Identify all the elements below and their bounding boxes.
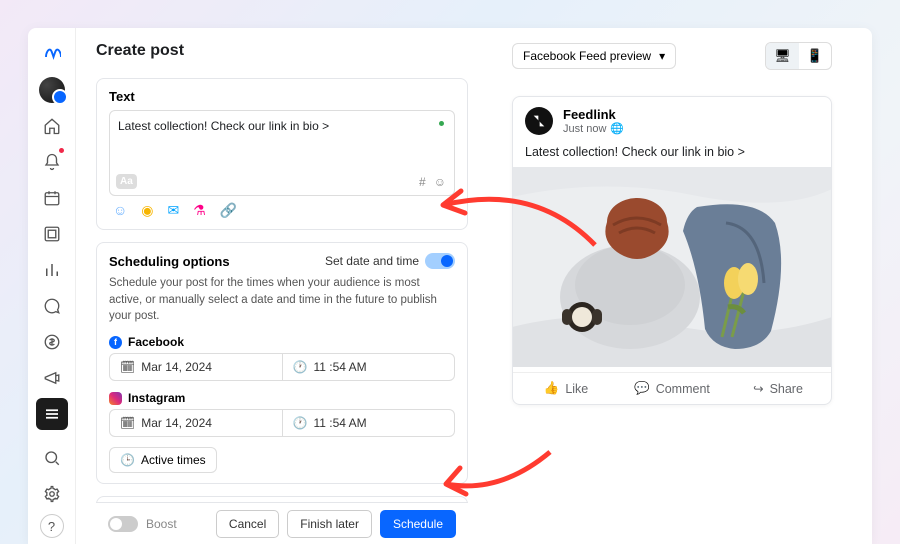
clock-fill-icon: 🕒 <box>120 453 135 467</box>
page-title: Create post <box>96 42 468 60</box>
text-card: Text Latest collection! Check our link i… <box>96 78 468 230</box>
ig-date-input[interactable]: 🗓Mar 14, 2024 <box>110 410 283 436</box>
messenger-icon[interactable]: ✉ <box>168 202 180 219</box>
main-area: Create post Text Latest collection! Chec… <box>76 28 872 544</box>
schedule-button[interactable]: Schedule <box>380 510 456 538</box>
clock-icon: 🕐 <box>293 416 308 430</box>
like-button[interactable]: 👍Like <box>513 373 619 404</box>
fb-time-input[interactable]: 🕐11 :54 AM <box>283 354 455 380</box>
preview-selector[interactable]: Facebook Feed preview▾ <box>512 43 676 69</box>
status-dot-icon <box>439 121 444 126</box>
share-button[interactable]: ↪Share <box>725 373 831 404</box>
link-icon[interactable]: 🔗 <box>220 202 237 219</box>
calendar-icon: 🗓 <box>120 416 135 430</box>
photo-icon[interactable]: ☺ <box>113 202 127 219</box>
scheduling-heading: Scheduling options <box>109 254 230 269</box>
clock-icon: 🕐 <box>293 360 308 374</box>
instagram-schedule-row: 🗓Mar 14, 2024 🕐11 :54 AM <box>109 409 455 437</box>
notifications-icon[interactable] <box>36 146 68 178</box>
facebook-schedule-row: 🗓Mar 14, 2024 🕐11 :54 AM <box>109 353 455 381</box>
fb-date-input[interactable]: 🗓Mar 14, 2024 <box>110 354 283 380</box>
footer-bar: Boost Cancel Finish later Schedule <box>96 502 468 544</box>
post-body-text: Latest collection! Check our link in bio… <box>513 145 831 167</box>
account-avatar-icon[interactable] <box>36 74 68 106</box>
app-shell: ? Create post Text Latest collection! Ch… <box>28 28 872 544</box>
facebook-icon: f <box>109 336 122 349</box>
cancel-button[interactable]: Cancel <box>216 510 279 538</box>
composer-column: Create post Text Latest collection! Chec… <box>96 42 468 544</box>
scheduling-desc: Schedule your post for the times when yo… <box>109 275 455 325</box>
boost-label: Boost <box>146 517 177 531</box>
search-icon[interactable] <box>36 442 68 474</box>
location-icon[interactable]: ◉ <box>141 202 153 219</box>
planner-icon[interactable] <box>36 182 68 214</box>
preview-column: Facebook Feed preview▾ 🖥 📱 Feedlink Just… <box>512 42 832 544</box>
post-image <box>513 167 831 367</box>
hashtag-icon[interactable]: # <box>419 175 426 189</box>
instagram-icon <box>109 392 122 405</box>
author-name: Feedlink <box>563 107 624 122</box>
text-style-icon[interactable]: Aa <box>116 174 137 189</box>
settings-icon[interactable] <box>36 478 68 510</box>
active-times-button[interactable]: 🕒Active times <box>109 447 217 473</box>
post-text-input[interactable]: Latest collection! Check our link in bio… <box>109 110 455 196</box>
home-icon[interactable] <box>36 110 68 142</box>
device-toggle: 🖥 📱 <box>765 42 832 70</box>
facebook-label: Facebook <box>128 335 184 349</box>
share-icon: ↪ <box>753 381 763 396</box>
post-preview: Feedlink Just now 🌐 Latest collection! Ch… <box>512 96 832 405</box>
finish-later-button[interactable]: Finish later <box>287 510 372 538</box>
all-tools-icon[interactable] <box>36 398 68 430</box>
left-sidebar: ? <box>28 28 76 544</box>
mobile-preview-icon[interactable]: 📱 <box>799 43 831 69</box>
ig-time-input[interactable]: 🕐11 :54 AM <box>283 410 455 436</box>
insights-icon[interactable] <box>36 254 68 286</box>
content-icon[interactable] <box>36 218 68 250</box>
comment-button[interactable]: 💬Comment <box>619 373 725 404</box>
desktop-preview-icon[interactable]: 🖥 <box>766 43 799 69</box>
monetization-icon[interactable] <box>36 326 68 358</box>
post-time: Just now <box>563 123 606 135</box>
chevron-down-icon: ▾ <box>659 49 665 63</box>
help-icon[interactable]: ? <box>40 514 64 538</box>
schedule-toggle[interactable] <box>425 253 455 269</box>
comment-icon: 💬 <box>634 381 650 396</box>
like-icon: 👍 <box>544 381 560 396</box>
instagram-label: Instagram <box>128 391 185 405</box>
ads-icon[interactable] <box>36 362 68 394</box>
globe-icon: 🌐 <box>610 122 624 135</box>
attachment-toolbar: ☺ ◉ ✉ ⚗ 🔗 <box>109 196 455 219</box>
emoji-icon[interactable]: ☺ <box>434 175 446 189</box>
post-text-value: Latest collection! Check our link in bio… <box>118 119 329 133</box>
text-label: Text <box>109 89 455 104</box>
scheduling-card: Scheduling options Set date and time Sch… <box>96 242 468 484</box>
meta-logo-icon[interactable] <box>36 38 68 70</box>
boost-toggle[interactable] <box>108 516 138 532</box>
inbox-icon[interactable] <box>36 290 68 322</box>
lab-icon[interactable]: ⚗ <box>193 202 206 219</box>
toggle-label: Set date and time <box>325 254 419 268</box>
calendar-icon: 🗓 <box>120 360 135 374</box>
author-avatar-icon <box>525 107 553 135</box>
